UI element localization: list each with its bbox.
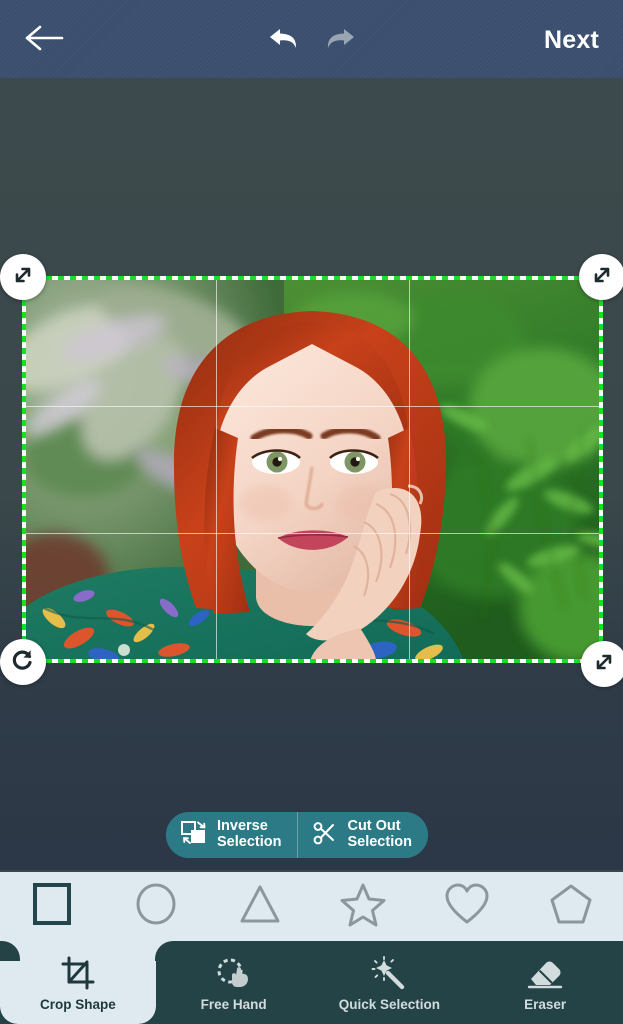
tab-quick-selection[interactable]: Quick Selection	[312, 941, 468, 1024]
scissors-icon	[312, 820, 338, 851]
shape-option-circle[interactable]	[104, 872, 208, 941]
undo-button[interactable]	[262, 22, 306, 58]
back-arrow-icon	[24, 23, 64, 58]
shape-option-triangle[interactable]	[208, 872, 312, 941]
photo-editor-screen: Next Inverse Selection Cut Out Selection…	[0, 0, 623, 1024]
shape-option-square[interactable]	[0, 872, 104, 941]
shape-option-pentagon[interactable]	[519, 872, 623, 941]
free-hand-icon	[215, 953, 253, 993]
circle-icon	[133, 881, 179, 932]
next-label: Next	[544, 25, 599, 54]
undo-arrow-icon	[267, 24, 301, 57]
rotate-icon	[10, 647, 36, 678]
shape-option-heart[interactable]	[415, 872, 519, 941]
selection-actions-bar: Inverse Selection Cut Out Selection	[166, 812, 428, 858]
tool-nav-bar: Crop Shape Free Hand Quick Selection Era…	[0, 941, 623, 1024]
crop-icon	[60, 953, 96, 993]
resize-diagonal-icon	[10, 262, 36, 293]
cut-out-selection-label: Cut Out Selection	[347, 818, 412, 850]
tab-eraser[interactable]: Eraser	[467, 941, 623, 1024]
crop-handle-top-left[interactable]	[0, 254, 46, 300]
tab-label-free-hand: Free Hand	[200, 997, 267, 1012]
editor-canvas[interactable]: Inverse Selection Cut Out Selection	[0, 78, 623, 870]
tab-label-eraser: Eraser	[524, 997, 567, 1012]
inverse-selection-icon	[180, 820, 208, 851]
magic-wand-icon	[371, 953, 407, 993]
next-button[interactable]: Next	[538, 20, 605, 60]
shape-option-star[interactable]	[311, 872, 415, 941]
crop-handle-bottom-right[interactable]	[581, 641, 623, 687]
photo-image	[24, 278, 601, 661]
back-button[interactable]	[20, 20, 68, 60]
tab-label-quick-selection: Quick Selection	[338, 997, 441, 1012]
triangle-icon	[237, 881, 283, 932]
inverse-selection-button[interactable]: Inverse Selection	[166, 812, 298, 858]
tab-free-hand[interactable]: Free Hand	[156, 941, 312, 1024]
crop-handle-rotate[interactable]	[0, 639, 46, 685]
crop-shape-picker	[0, 872, 623, 941]
redo-button[interactable]	[318, 22, 362, 58]
tab-crop-shape[interactable]: Crop Shape	[0, 941, 156, 1024]
resize-diagonal-icon	[591, 649, 617, 680]
star-icon	[340, 881, 386, 932]
crop-selection-box[interactable]	[0, 254, 623, 687]
pentagon-icon	[548, 881, 594, 932]
resize-diagonal-icon	[589, 262, 615, 293]
cut-out-selection-button[interactable]: Cut Out Selection	[297, 812, 428, 858]
crop-handle-top-right[interactable]	[579, 254, 623, 300]
square-icon	[29, 881, 75, 932]
inverse-selection-label: Inverse Selection	[217, 818, 282, 850]
heart-icon	[444, 881, 490, 932]
top-bar: Next	[0, 0, 623, 78]
redo-arrow-icon	[323, 24, 357, 57]
tab-label-crop-shape: Crop Shape	[39, 997, 116, 1012]
eraser-icon	[526, 953, 564, 993]
